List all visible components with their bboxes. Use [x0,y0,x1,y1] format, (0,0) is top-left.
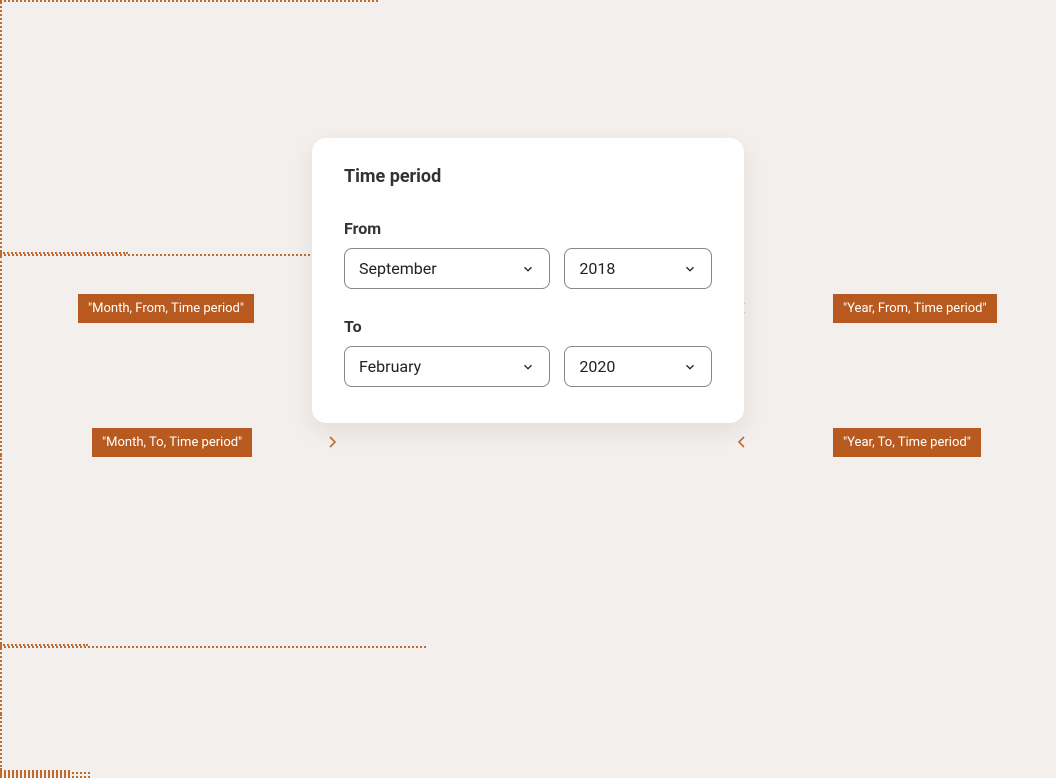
annotation-year-from: "Year, From, Time period" [833,294,997,323]
from-label-left-down [0,256,2,455]
from-label-right-down [0,455,2,644]
to-month-value: February [359,357,421,376]
chevron-down-icon [521,360,535,374]
to-year-value: 2020 [579,357,615,376]
to-label-dotted-right [0,646,426,648]
annotation-year-to: "Year, To, Time period" [833,428,981,457]
chevron-down-icon [683,360,697,374]
annotation-month-to: "Month, To, Time period" [92,428,252,457]
to-label-right-down [0,714,2,770]
from-month-value: September [359,259,437,278]
from-year-select[interactable]: 2018 [564,248,712,289]
annotation-month-from: "Month, From, Time period" [78,294,254,323]
arrow-left-icon [736,436,748,448]
to-field-group: To February 2020 [344,317,712,387]
arrow-right-icon [326,436,338,448]
title-dotted-right-down [0,2,2,252]
from-year-value: 2018 [579,259,615,278]
from-month-select[interactable]: September [344,248,550,289]
to-year-select[interactable]: 2020 [564,346,712,387]
title-dotted-line-right [0,0,378,2]
to-label-left-down [0,648,2,714]
chevron-down-icon [521,262,535,276]
chevron-down-icon [683,262,697,276]
time-period-card: Time period From September 2018 To Febru… [312,138,744,423]
to-select-row: February 2020 [344,346,712,387]
to-month-select[interactable]: February [344,346,550,387]
from-select-row: September 2018 [344,248,712,289]
from-label: From [344,219,712,238]
from-field-group: From September 2018 [344,219,712,289]
to-label: To [344,317,712,336]
card-title: Time period [344,166,712,187]
